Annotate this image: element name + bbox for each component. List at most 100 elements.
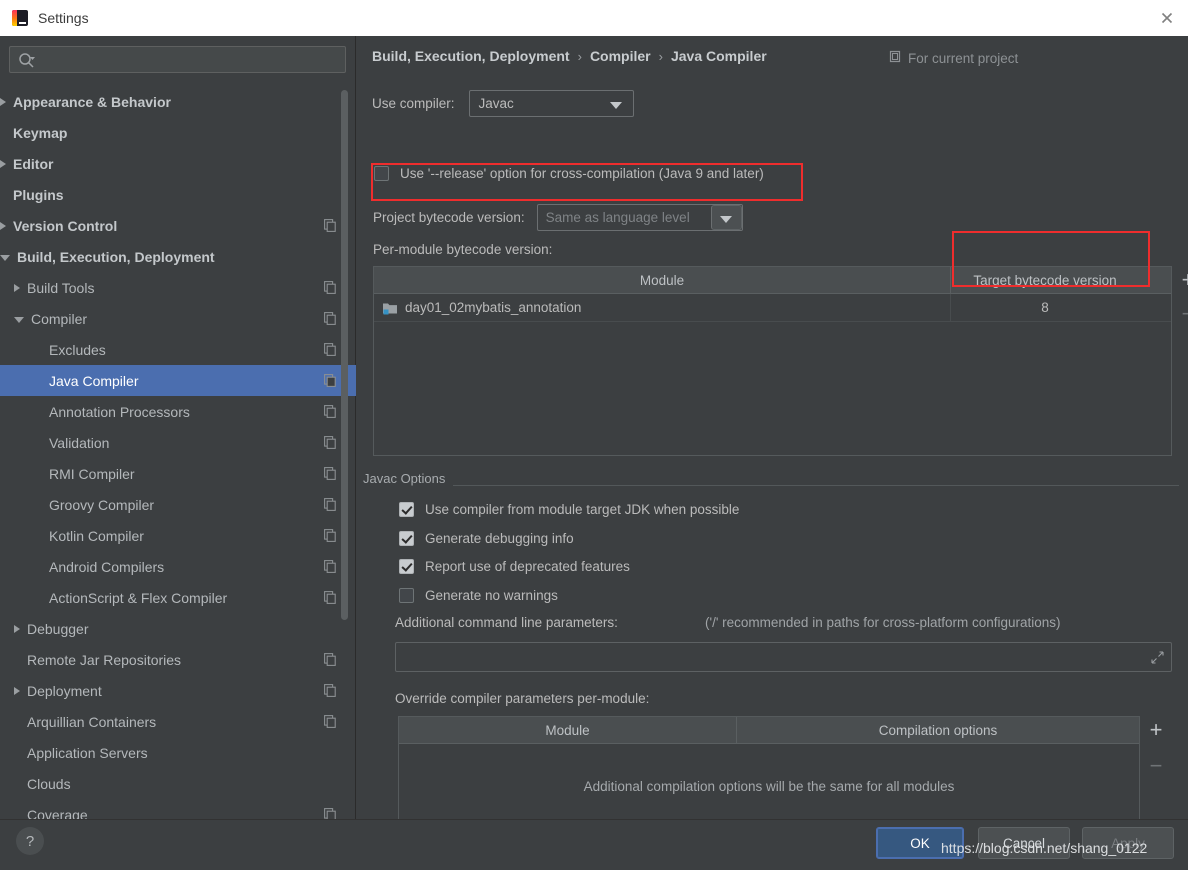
sidebar-item-validation[interactable]: Validation bbox=[0, 427, 356, 458]
copy-settings-icon[interactable] bbox=[324, 498, 336, 514]
project-bytecode-dropdown-button[interactable] bbox=[710, 205, 742, 230]
copy-settings-icon[interactable] bbox=[324, 591, 336, 607]
javac-checkbox-1[interactable]: Generate debugging info bbox=[399, 531, 574, 546]
release-option-row[interactable]: Use '--release' option for cross-compila… bbox=[374, 166, 764, 181]
copy-settings-icon[interactable] bbox=[324, 653, 336, 669]
sidebar-item-version-control[interactable]: Version Control bbox=[0, 210, 356, 241]
sidebar-item-keymap[interactable]: Keymap bbox=[0, 117, 356, 148]
sidebar-item-arquillian-containers[interactable]: Arquillian Containers bbox=[0, 706, 356, 737]
sidebar-scrollbar[interactable] bbox=[341, 90, 348, 620]
project-bytecode-dropdown[interactable]: Same as language level bbox=[536, 204, 743, 231]
sidebar-item-actionscript-flex-compiler[interactable]: ActionScript & Flex Compiler bbox=[0, 582, 356, 613]
javac-checkbox-3[interactable]: Generate no warnings bbox=[399, 588, 558, 603]
sidebar-item-build-execution-deployment[interactable]: Build, Execution, Deployment bbox=[0, 241, 356, 272]
sidebar-item-rmi-compiler[interactable]: RMI Compiler bbox=[0, 458, 356, 489]
chevron-down-icon[interactable] bbox=[14, 317, 24, 323]
additional-params-input[interactable] bbox=[395, 642, 1172, 672]
copy-settings-icon[interactable] bbox=[324, 343, 336, 359]
sidebar-item-remote-jar-repositories[interactable]: Remote Jar Repositories bbox=[0, 644, 356, 675]
for-current-project[interactable]: For current project bbox=[889, 50, 1018, 66]
sidebar-item-application-servers[interactable]: Application Servers bbox=[0, 737, 356, 768]
chevron-right-icon[interactable] bbox=[14, 283, 20, 292]
add-override-button[interactable]: + bbox=[1150, 719, 1163, 741]
sidebar-item-kotlin-compiler[interactable]: Kotlin Compiler bbox=[0, 520, 356, 551]
javac-checkbox-1-box[interactable] bbox=[399, 531, 414, 546]
sidebar-item-label: Build, Execution, Deployment bbox=[17, 248, 215, 265]
javac-checkbox-2-box[interactable] bbox=[399, 559, 414, 574]
module-table-column-target[interactable]: Target bytecode version bbox=[951, 267, 1139, 293]
copy-settings-icon[interactable] bbox=[324, 808, 336, 819]
expand-icon[interactable] bbox=[1151, 651, 1164, 669]
sidebar-item-java-compiler[interactable]: Java Compiler bbox=[0, 365, 356, 396]
chevron-right-icon[interactable] bbox=[0, 221, 6, 230]
sidebar-item-annotation-processors[interactable]: Annotation Processors bbox=[0, 396, 356, 427]
javac-checkbox-0-label: Use compiler from module target JDK when… bbox=[425, 502, 740, 517]
sidebar-item-label: Validation bbox=[49, 434, 110, 451]
module-cell[interactable]: day01_02mybatis_annotation bbox=[374, 294, 951, 321]
sidebar-item-clouds[interactable]: Clouds bbox=[0, 768, 356, 799]
copy-settings-icon[interactable] bbox=[324, 529, 336, 545]
breadcrumb-part-2[interactable]: Compiler bbox=[590, 48, 651, 64]
copy-settings-icon[interactable] bbox=[324, 560, 336, 576]
additional-params-hint: ('/' recommended in paths for cross-plat… bbox=[705, 615, 1061, 630]
sidebar-item-deployment[interactable]: Deployment bbox=[0, 675, 356, 706]
search-input[interactable] bbox=[42, 47, 341, 72]
copy-settings-icon[interactable] bbox=[324, 715, 336, 731]
chevron-down-icon[interactable] bbox=[0, 255, 10, 261]
sidebar-item-editor[interactable]: Editor bbox=[0, 148, 356, 179]
module-name: day01_02mybatis_annotation bbox=[405, 300, 582, 315]
chevron-right-icon[interactable] bbox=[14, 624, 20, 633]
settings-tree[interactable]: Appearance & Behavior Keymap Editor Plugins… bbox=[0, 86, 356, 819]
sidebar-item-appearance-behavior[interactable]: Appearance & Behavior bbox=[0, 86, 356, 117]
sidebar-item-plugins[interactable]: Plugins bbox=[0, 179, 356, 210]
target-bytecode-cell[interactable]: 8 bbox=[951, 294, 1139, 321]
chevron-right-icon[interactable] bbox=[0, 97, 6, 106]
module-table-column-module[interactable]: Module bbox=[374, 267, 951, 293]
override-table-header: Module Compilation options bbox=[399, 717, 1139, 744]
table-row[interactable]: day01_02mybatis_annotation 8 bbox=[374, 294, 1171, 322]
override-table-column-module[interactable]: Module bbox=[399, 717, 737, 743]
copy-settings-icon[interactable] bbox=[324, 374, 336, 390]
add-module-button[interactable]: + bbox=[1182, 269, 1188, 291]
remove-module-button[interactable]: − bbox=[1182, 303, 1188, 325]
sidebar-item-coverage[interactable]: Coverage bbox=[0, 799, 356, 819]
copy-settings-icon[interactable] bbox=[324, 684, 336, 700]
help-button[interactable]: ? bbox=[16, 827, 44, 855]
search-box[interactable] bbox=[9, 46, 346, 73]
close-icon[interactable] bbox=[1156, 7, 1178, 29]
sidebar-item-groovy-compiler[interactable]: Groovy Compiler bbox=[0, 489, 356, 520]
project-bytecode-row: Project bytecode version: Same as langua… bbox=[373, 204, 743, 231]
javac-checkbox-2[interactable]: Report use of deprecated features bbox=[399, 559, 630, 574]
remove-override-button[interactable]: − bbox=[1150, 755, 1163, 777]
sidebar-item-android-compilers[interactable]: Android Compilers bbox=[0, 551, 356, 582]
javac-checkbox-3-box[interactable] bbox=[399, 588, 414, 603]
release-option-checkbox[interactable] bbox=[374, 166, 389, 181]
override-params-table[interactable]: Module Compilation options Additional co… bbox=[398, 716, 1140, 830]
search-icon bbox=[18, 52, 36, 74]
sidebar-item-label: Debugger bbox=[27, 620, 89, 637]
copy-settings-icon[interactable] bbox=[324, 219, 336, 235]
sidebar-item-label: Editor bbox=[13, 155, 54, 172]
breadcrumb-part-1[interactable]: Build, Execution, Deployment bbox=[372, 48, 570, 64]
sidebar-item-compiler[interactable]: Compiler bbox=[0, 303, 356, 334]
copy-settings-icon[interactable] bbox=[324, 281, 336, 297]
copy-settings-icon[interactable] bbox=[324, 436, 336, 452]
copy-settings-icon[interactable] bbox=[324, 467, 336, 483]
copy-settings-icon[interactable] bbox=[324, 312, 336, 328]
override-table-column-options[interactable]: Compilation options bbox=[737, 717, 1139, 743]
module-bytecode-table[interactable]: Module Target bytecode version day01_02m… bbox=[373, 266, 1172, 456]
javac-checkbox-0-box[interactable] bbox=[399, 502, 414, 517]
sidebar-item-label: Kotlin Compiler bbox=[49, 527, 144, 544]
copy-settings-icon[interactable] bbox=[324, 405, 336, 421]
chevron-right-icon[interactable] bbox=[0, 159, 6, 168]
sidebar-item-excludes[interactable]: Excludes bbox=[0, 334, 356, 365]
use-compiler-dropdown[interactable]: Javac bbox=[468, 90, 634, 117]
main-panel: Build, Execution, Deployment › Compiler … bbox=[357, 36, 1188, 830]
chevron-right-icon[interactable] bbox=[14, 686, 20, 695]
sidebar-item-debugger[interactable]: Debugger bbox=[0, 613, 356, 644]
title-bar: Settings bbox=[0, 0, 1188, 36]
chevron-down-icon bbox=[609, 102, 622, 109]
sidebar-item-label: Annotation Processors bbox=[49, 403, 190, 420]
javac-checkbox-0[interactable]: Use compiler from module target JDK when… bbox=[399, 502, 739, 517]
sidebar-item-build-tools[interactable]: Build Tools bbox=[0, 272, 356, 303]
